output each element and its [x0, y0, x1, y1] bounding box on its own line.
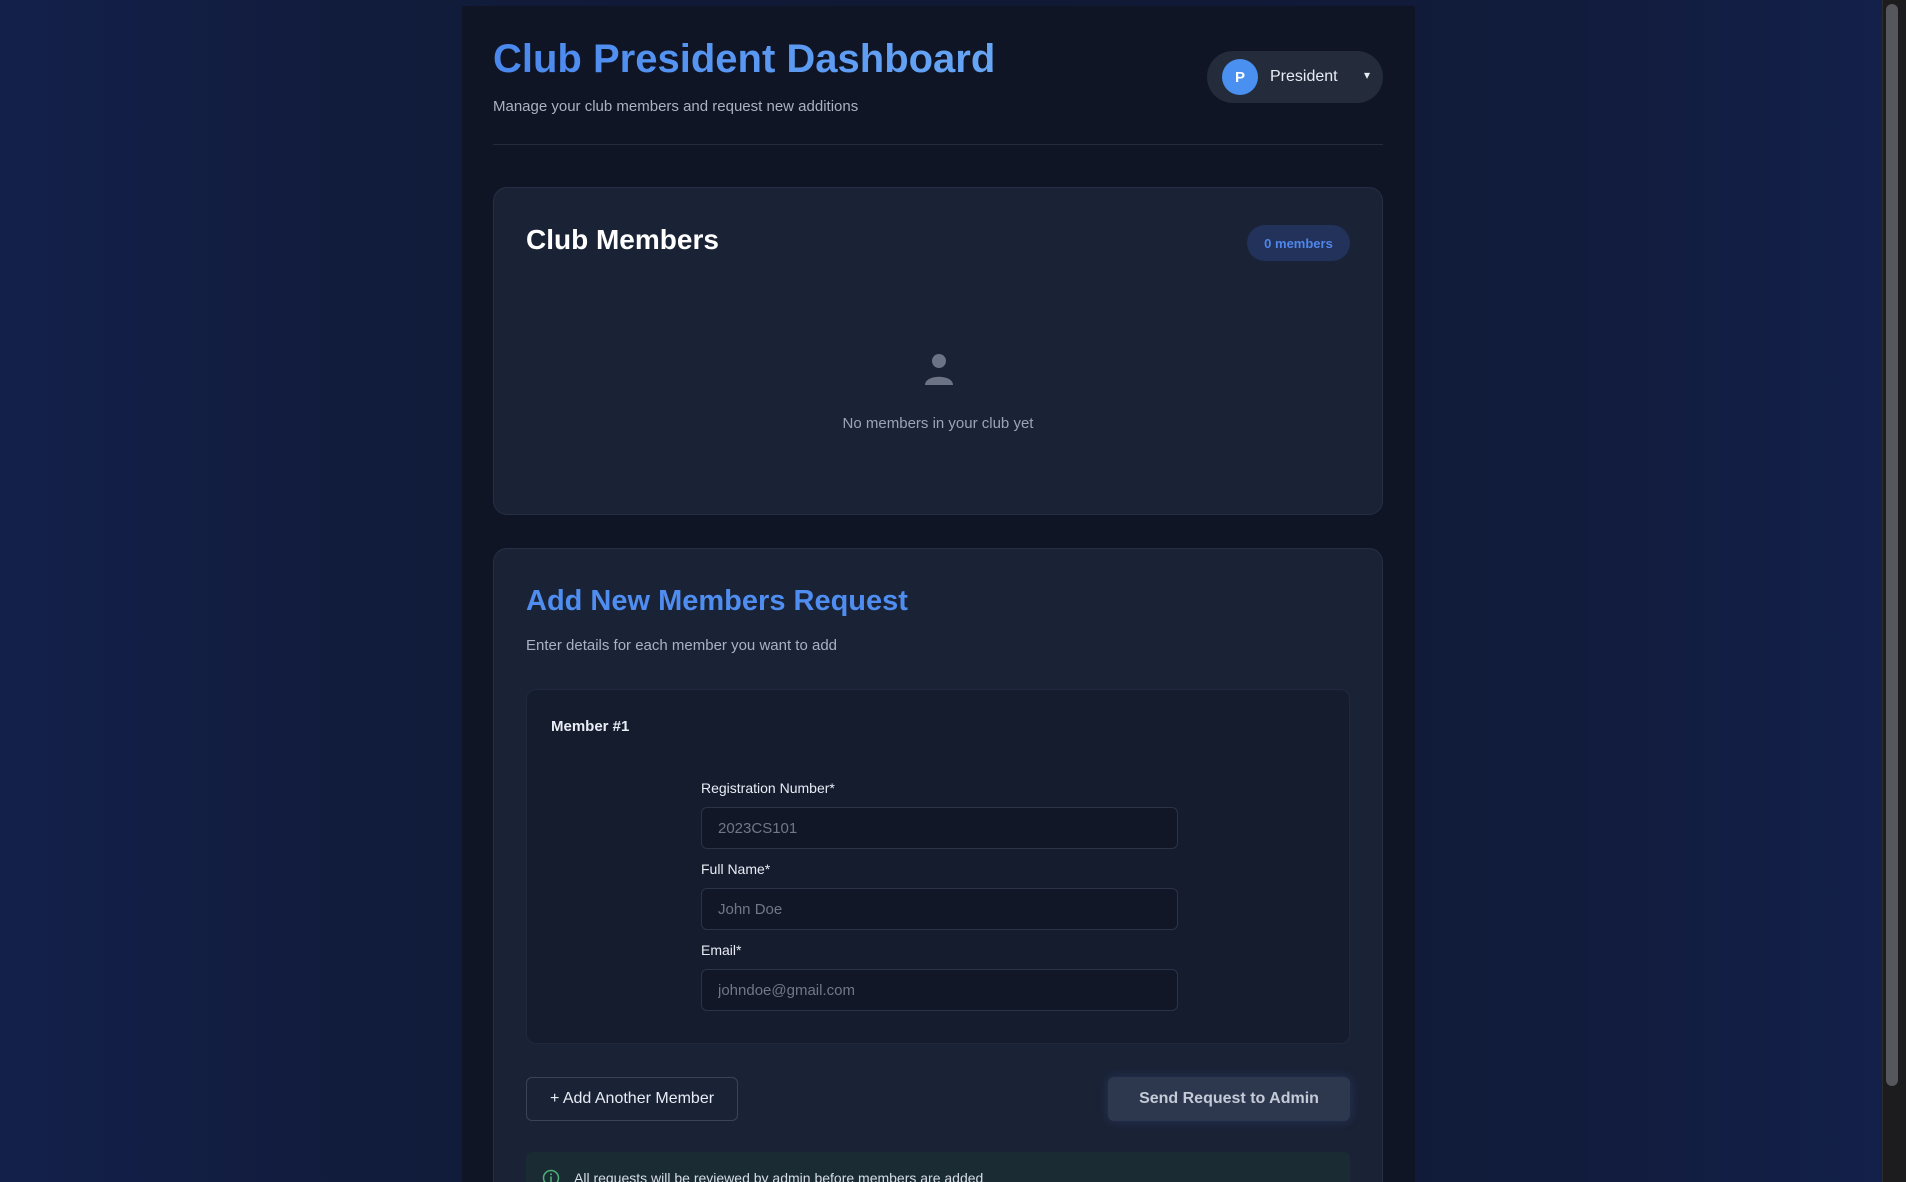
member-heading: Member #1 [551, 718, 630, 735]
club-members-title: Club Members [526, 224, 719, 255]
full-name-input[interactable] [701, 888, 1178, 930]
page-title: Club President Dashboard [493, 37, 996, 81]
member-form-1: Member #1 Registration Number* Full Name… [526, 689, 1350, 1044]
add-another-member-button[interactable]: + Add Another Member [526, 1077, 738, 1121]
info-notice-text: All requests will be reviewed by admin b… [574, 1170, 984, 1182]
add-members-request-card: Add New Members Request Enter details fo… [493, 548, 1383, 1182]
club-members-card: Club Members 0 members No members in you… [493, 187, 1383, 515]
registration-number-input[interactable] [701, 807, 1178, 849]
avatar: P [1222, 59, 1258, 95]
scrollbar-thumb[interactable] [1886, 4, 1898, 1086]
info-notice: All requests will be reviewed by admin b… [526, 1152, 1350, 1182]
registration-number-label: Registration Number* [701, 780, 835, 796]
dashboard-header: Club President Dashboard Manage your clu… [493, 36, 1383, 145]
full-name-label: Full Name* [701, 861, 771, 877]
email-label: Email* [701, 942, 742, 958]
email-input[interactable] [701, 969, 1178, 1011]
request-title: Add New Members Request [526, 585, 908, 617]
dashboard-panel: Club President Dashboard Manage your clu… [462, 6, 1415, 1182]
chevron-down-icon: ▾ [1363, 68, 1370, 82]
request-subtitle: Enter details for each member you want t… [526, 637, 838, 654]
info-circle-icon [542, 1169, 560, 1182]
send-request-button[interactable]: Send Request to Admin [1108, 1077, 1350, 1121]
user-role-label: President [1270, 68, 1338, 85]
member-count-badge: 0 members [1247, 225, 1350, 261]
user-menu-button[interactable]: P President ▾ [1207, 51, 1383, 103]
page-subtitle: Manage your club members and request new… [493, 98, 859, 115]
person-icon [925, 354, 953, 385]
empty-state-text: No members in your club yet [842, 415, 1034, 432]
